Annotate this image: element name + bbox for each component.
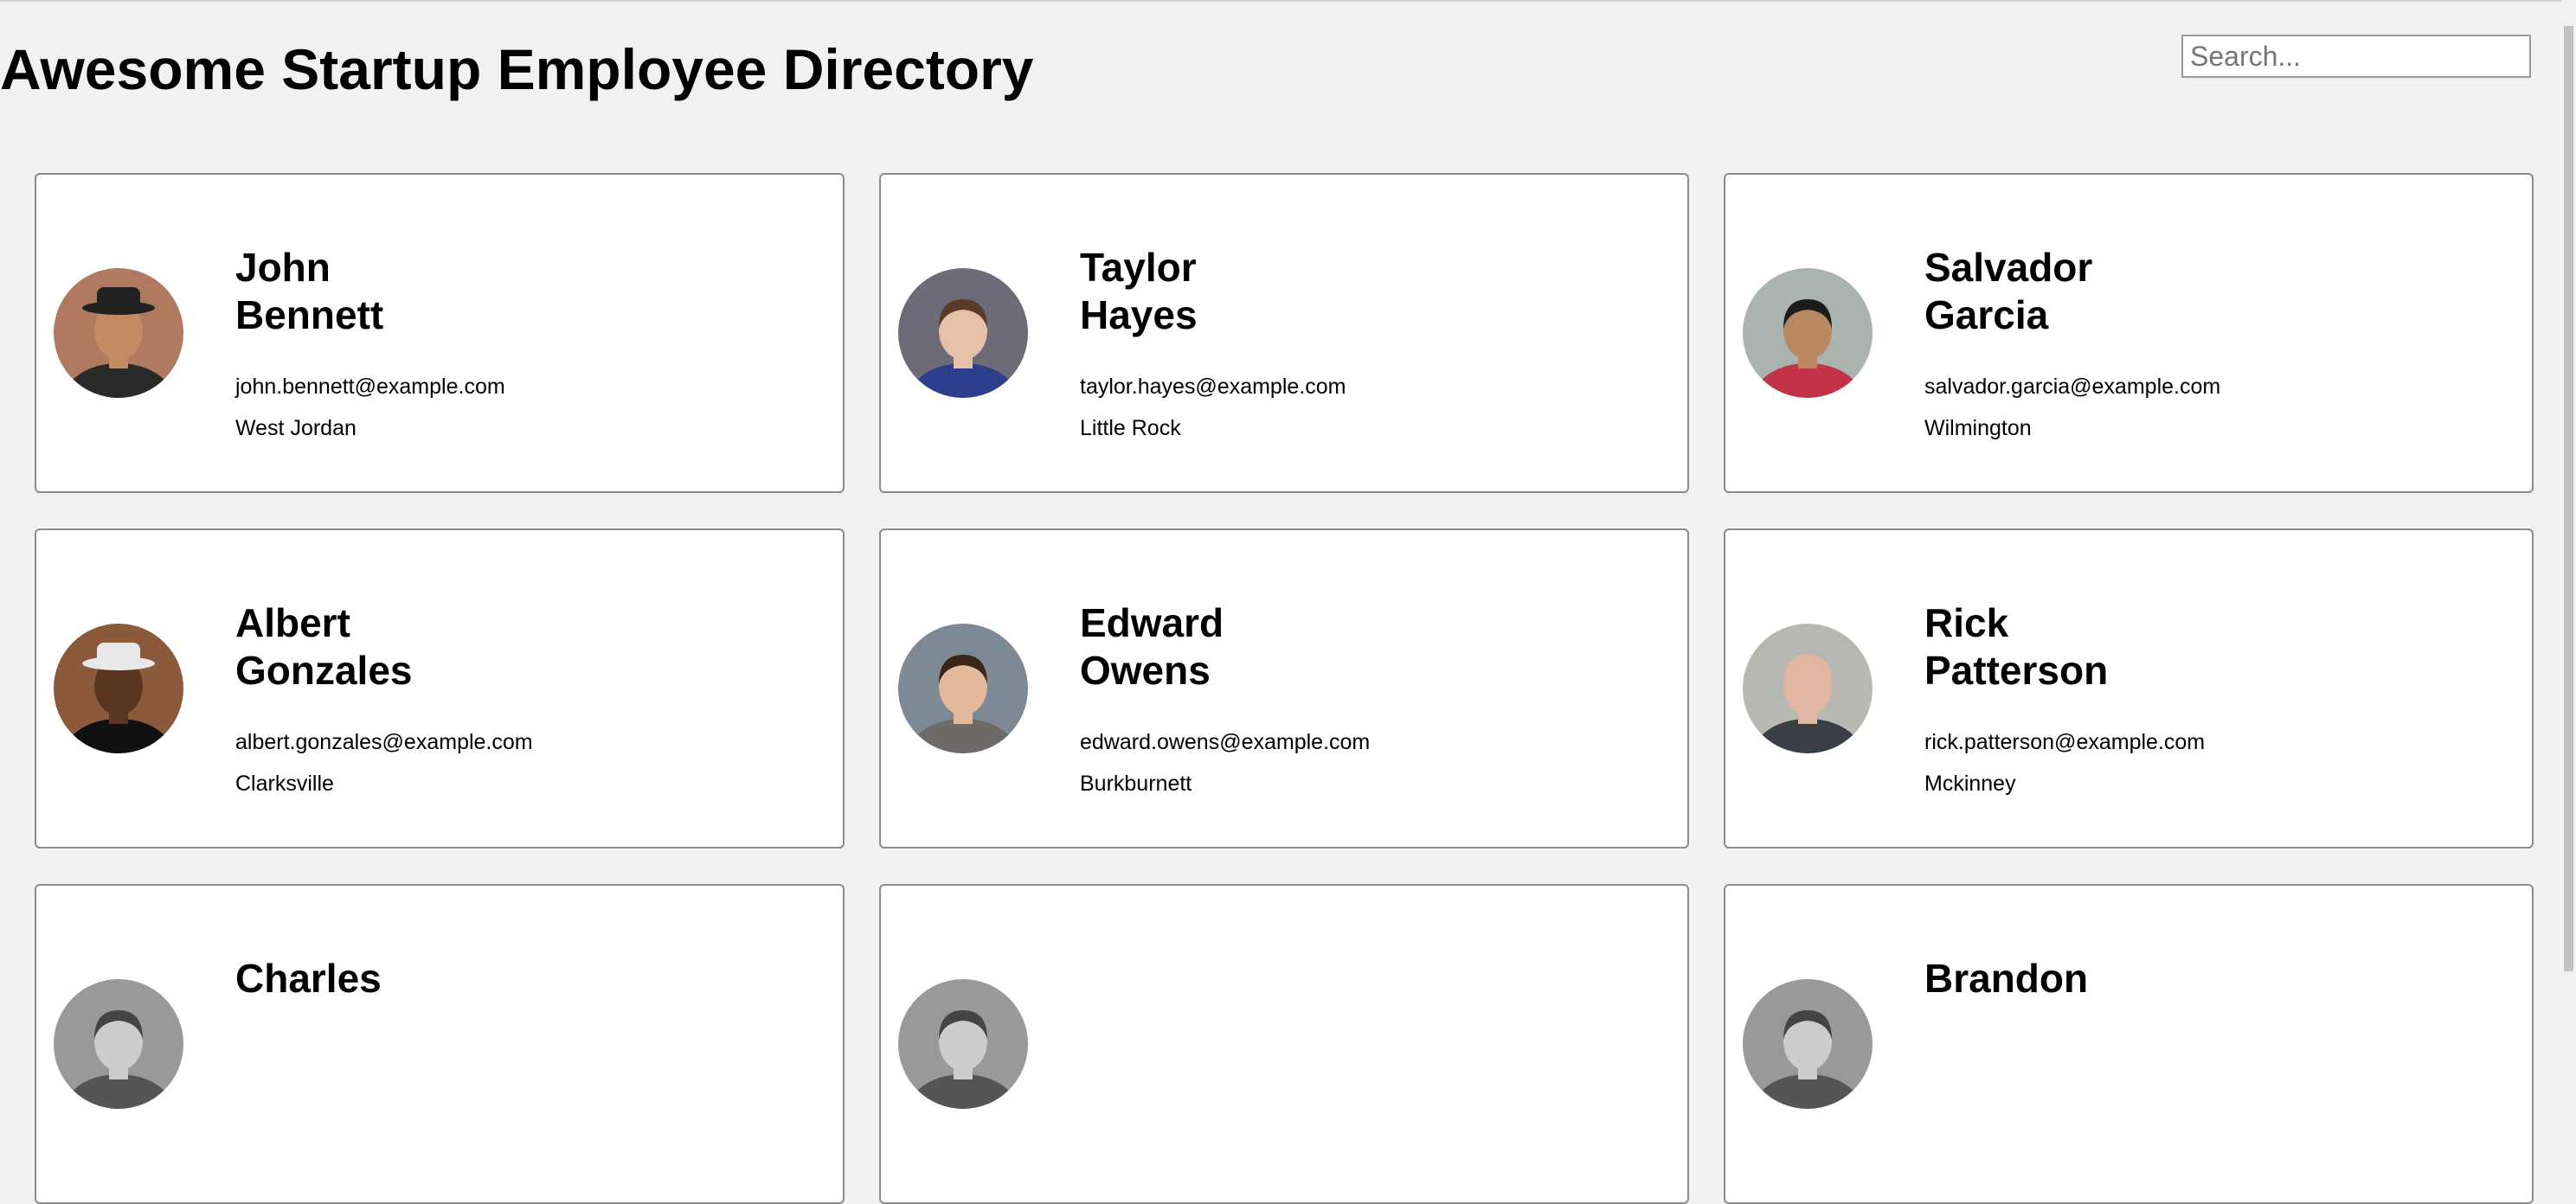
employee-location: Clarksville [235,772,334,796]
employee-location: Burkburnett [1080,772,1192,796]
page-title: Awesome Startup Employee Directory [0,37,1034,101]
employee-first-name: Edward [1080,600,1224,645]
avatar [54,979,183,1109]
avatar [1743,624,1873,753]
employee-last-name: Bennett [235,292,384,337]
avatar [54,624,183,753]
employee-first-name: Charles [235,956,382,1001]
employee-info: Charles [235,955,382,1037]
employee-first-name: Rick [1924,600,2009,645]
employee-info: Salvador Garcia salvador.garcia@example.co… [1924,244,2220,441]
employee-info: Taylor Hayes taylor.hayes@example.com Littl… [1080,244,1346,441]
employee-card[interactable]: John Bennett john.bennett@example.com West … [35,173,845,493]
employee-location: Little Rock [1080,416,1181,440]
employee-card[interactable]: Brandon [1724,884,2534,1204]
employee-card[interactable] [879,884,1689,1204]
scrollbar-thumb[interactable] [2564,26,2573,971]
employee-name: John Bennett [235,244,505,339]
employee-grid: John Bennett john.bennett@example.com West … [35,173,2534,1204]
employee-location: Wilmington [1924,416,2032,440]
employee-location: Mckinney [1924,772,2016,796]
employee-last-name: Garcia [1924,292,2049,337]
employee-email: edward.owens@example.com [1080,730,1371,754]
employee-email: salvador.garcia@example.com [1924,375,2221,399]
employee-last-name: Gonzales [235,648,413,693]
employee-name: Brandon [1924,955,2088,1002]
top-border [0,0,2576,2]
employee-first-name: Brandon [1924,956,2089,1001]
avatar [54,268,183,398]
employee-email: albert.gonzales@example.com [235,730,533,754]
employee-card[interactable]: Edward Owens edward.owens@example.com Burkb… [879,528,1689,849]
employee-email: rick.patterson@example.com [1924,730,2206,754]
avatar [1743,268,1873,398]
employee-last-name: Hayes [1080,292,1198,337]
employee-email: john.bennett@example.com [235,375,505,399]
employee-info: John Bennett john.bennett@example.com West … [235,244,505,441]
employee-name: Taylor Hayes [1080,244,1346,339]
employee-first-name: Albert [235,600,350,645]
employee-last-name: Owens [1080,648,1211,693]
employee-info: Brandon [1924,955,2088,1037]
employee-name: Salvador Garcia [1924,244,2220,339]
employee-info: Rick Patterson rick.patterson@example.com M… [1924,599,2205,797]
avatar [898,268,1028,398]
avatar [1743,979,1873,1109]
employee-card[interactable]: Rick Patterson rick.patterson@example.com M… [1724,528,2534,849]
employee-first-name: Taylor [1080,245,1197,290]
avatar [898,979,1028,1109]
employee-info: Albert Gonzales albert.gonzales@example.co… [235,599,533,797]
employee-name: Charles [235,955,382,1002]
employee-card[interactable]: Salvador Garcia salvador.garcia@example.co… [1724,173,2534,493]
employee-card[interactable]: Charles [35,884,845,1204]
employee-name: Edward Owens [1080,599,1370,695]
employee-email: taylor.hayes@example.com [1080,375,1346,399]
avatar [898,624,1028,753]
employee-info: Edward Owens edward.owens@example.com Burkb… [1080,599,1370,797]
employee-first-name: Salvador [1924,245,2093,290]
search-input[interactable] [2181,35,2531,78]
employee-first-name: John [235,245,331,290]
employee-card[interactable]: Taylor Hayes taylor.hayes@example.com Littl… [879,173,1689,493]
employee-location: West Jordan [235,416,357,440]
employee-name: Albert Gonzales [235,599,533,695]
employee-name: Rick Patterson [1924,599,2205,695]
employee-last-name: Patterson [1924,648,2109,693]
employee-card[interactable]: Albert Gonzales albert.gonzales@example.co… [35,528,845,849]
